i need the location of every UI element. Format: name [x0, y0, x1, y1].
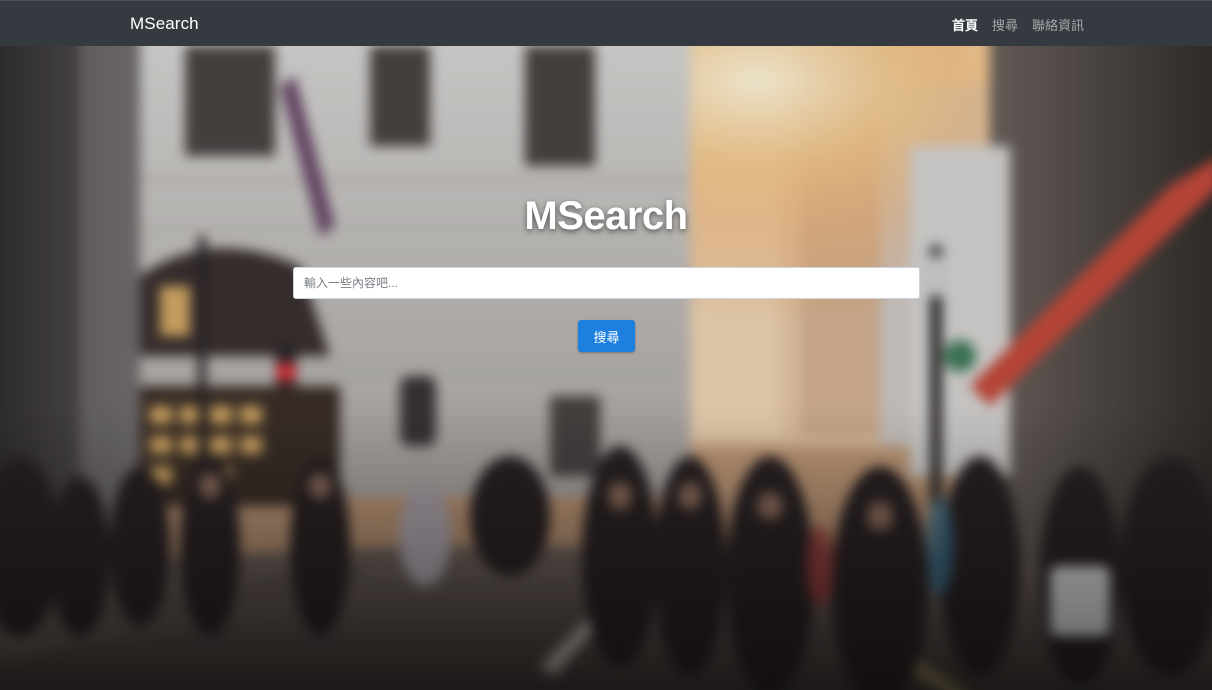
hero-overlay — [0, 46, 1212, 690]
nav-links: 首頁 搜尋 聯絡資訊 — [952, 1, 1084, 47]
nav-link-home[interactable]: 首頁 — [952, 15, 978, 34]
search-input[interactable] — [293, 267, 920, 299]
nav-link-search[interactable]: 搜尋 — [992, 15, 1018, 34]
search-button[interactable]: 搜尋 — [578, 320, 635, 352]
hero-title: MSearch — [524, 194, 688, 238]
top-navbar: MSearch 首頁 搜尋 聯絡資訊 — [0, 0, 1212, 46]
hero-section — [0, 46, 1212, 690]
nav-link-contact[interactable]: 聯絡資訊 — [1032, 15, 1084, 34]
page: MSearch 首頁 搜尋 聯絡資訊 MSearch 輸入一些內容吧... 搜尋 — [0, 0, 1212, 690]
brand-link[interactable]: MSearch — [130, 1, 199, 47]
